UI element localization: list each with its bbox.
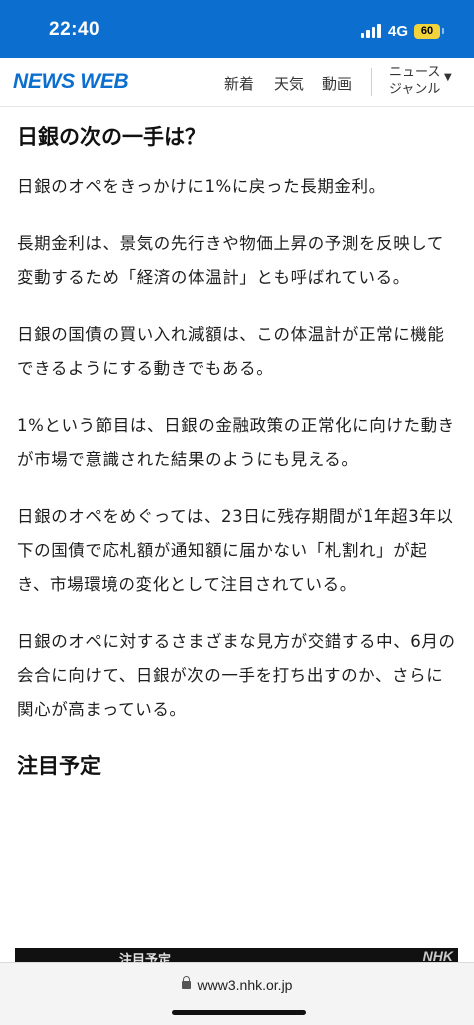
article-subheading: 日銀の次の一手は？ [17,125,206,149]
signal-bars-icon [360,24,381,38]
network-type: 4G [387,22,408,40]
genre-menu-button[interactable]: ニュース ジャンル [389,64,440,98]
genre-label-line2: ジャンル [389,82,441,97]
status-indicators: 4G 60 [360,20,444,42]
nav-divider [371,68,372,96]
url-display[interactable]: www3.nhk.or.jp [0,976,474,993]
site-header: NEWS WEB 新着 天気 動画 ニュース ジャンル ▼ [0,58,474,107]
genre-label-line1: ニュース [389,65,441,80]
home-indicator[interactable] [172,1010,306,1015]
article-paragraph: 日銀のオペをきっかけに1%に戻った長期金利。 [17,177,386,196]
article-paragraph: 日銀のオペをめぐっては、23日に残存期間が1年超3年以下の国債で応札額が通知額に… [17,507,454,594]
status-bar: 22:40 4G 60 [0,0,474,58]
nav-link-latest[interactable]: 新着 [224,73,254,94]
battery-icon: 60 [414,23,444,39]
lock-icon [181,976,191,990]
triangle-down-icon[interactable]: ▼ [444,72,452,83]
article-paragraph: 長期金利は、景気の先行きや物価上昇の予測を反映して変動するため「経済の体温計」と… [17,234,445,287]
status-time: 22:40 [49,19,101,40]
article-body: 日銀の次の一手は？ 日銀のオペをきっかけに1%に戻った長期金利。 長期金利は、景… [17,110,457,781]
article-paragraph: 1%という節目は、日銀の金融政策の正常化に向けた動きが市場で意識された結果のよう… [17,416,455,469]
article-paragraph: 日銀の国債の買い入れ減額は、この体温計が正常に機能できるようにする動きでもある。 [17,325,445,378]
nav-link-weather[interactable]: 天気 [274,73,304,94]
article-paragraph: 日銀のオペに対するさまざまな見方が交錯する中、6月の会合に向けて、日銀が次の一手… [17,632,456,719]
browser-url-bar[interactable]: www3.nhk.or.jp [0,962,474,1025]
news-web-logo[interactable]: NEWS WEB [13,70,129,94]
nav-link-video[interactable]: 動画 [322,73,352,94]
section-heading: 注目予定 [17,754,101,778]
url-text: www3.nhk.or.jp [197,977,293,993]
